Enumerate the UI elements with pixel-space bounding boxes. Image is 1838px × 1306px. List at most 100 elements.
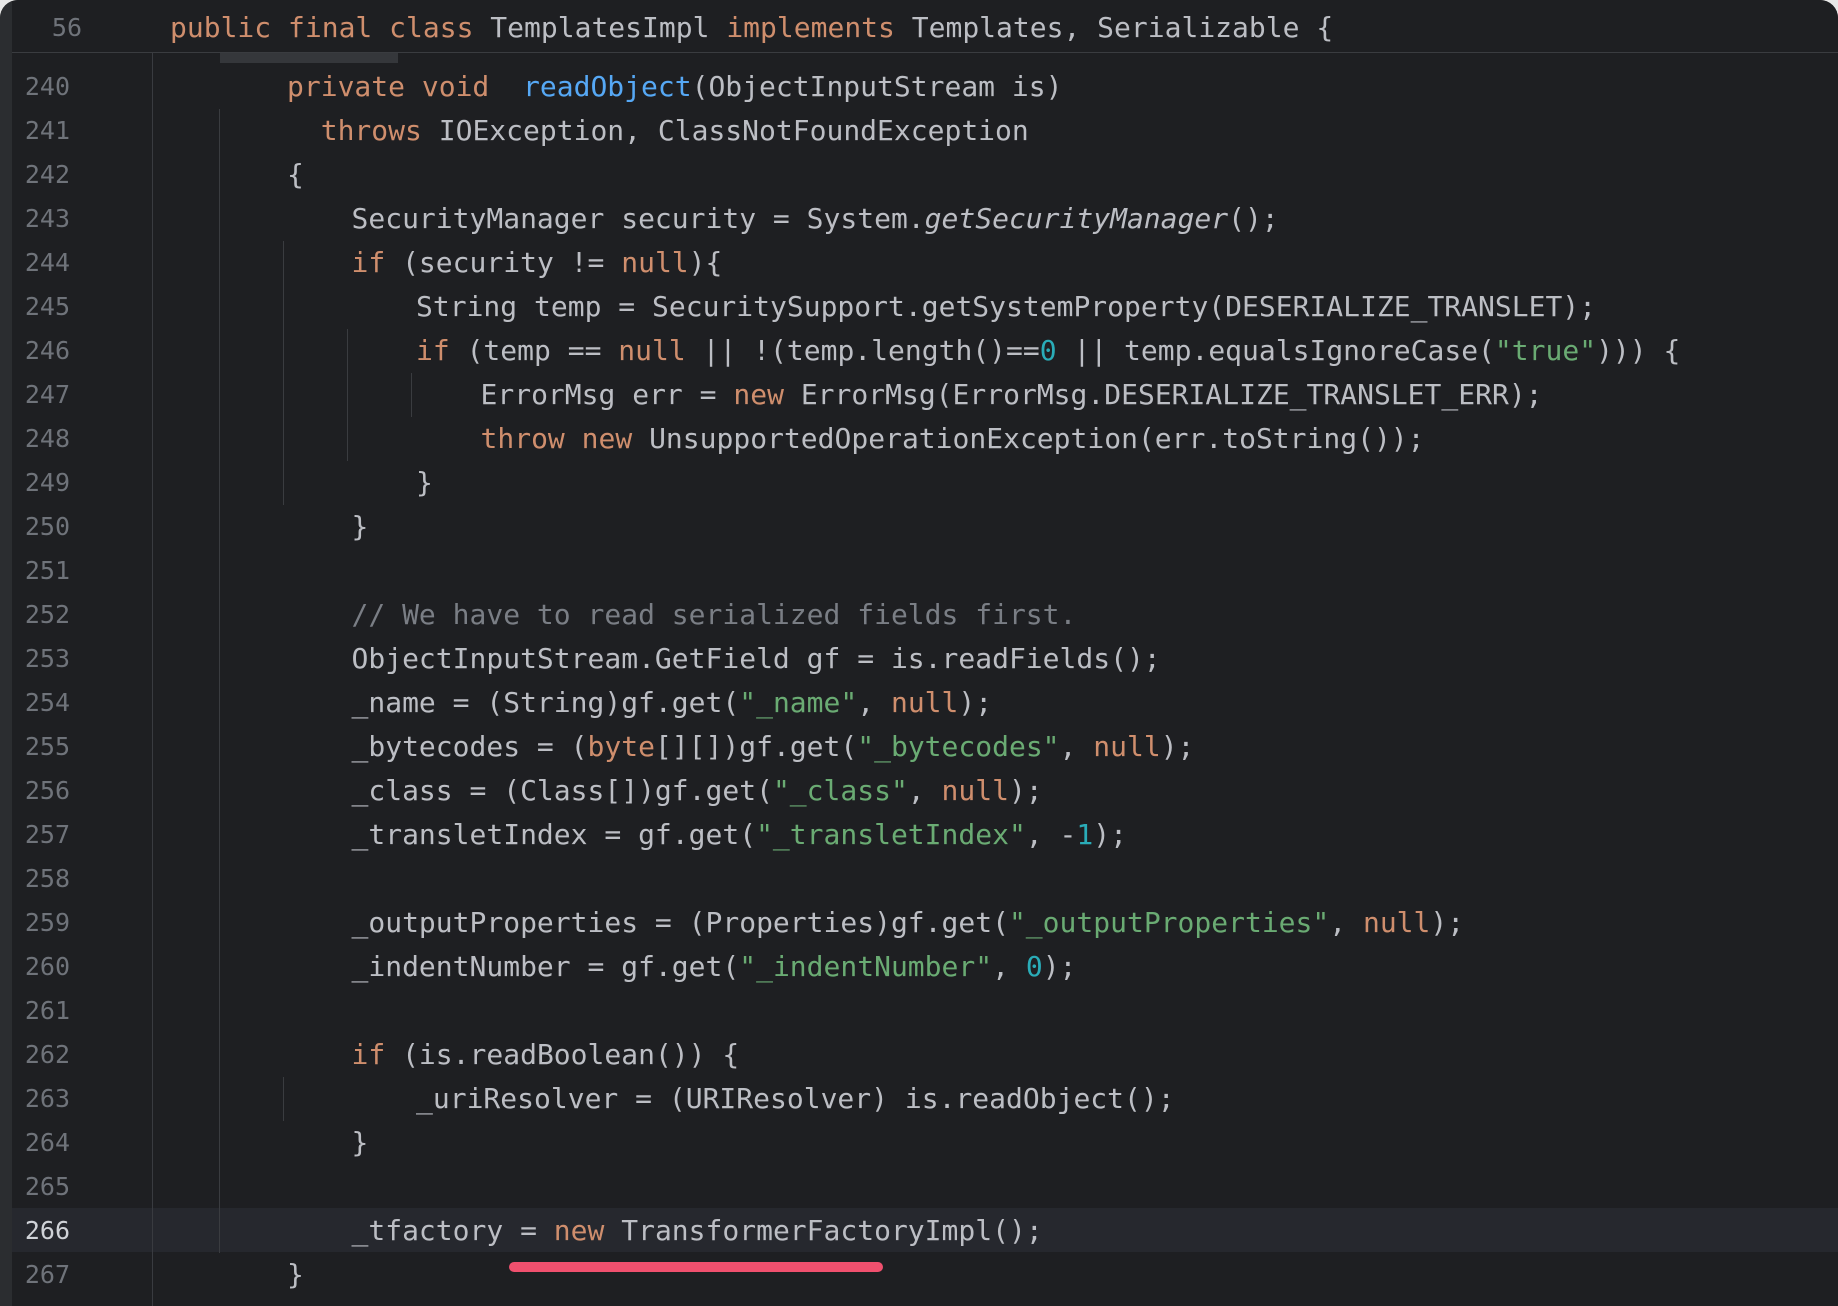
code-token: (ObjectInputStream is) <box>691 70 1063 103</box>
code-line[interactable]: { <box>287 153 304 197</box>
code-line[interactable]: _uriResolver = (URIResolver) is.readObje… <box>416 1077 1175 1121</box>
indent-guide <box>219 109 220 1253</box>
indent-guide <box>411 373 412 417</box>
code-token: null <box>621 246 689 279</box>
code-token: 0 <box>1025 950 1043 983</box>
code-token: if <box>351 246 403 279</box>
code-line[interactable]: String temp = SecuritySupport.getSystemP… <box>416 285 1596 329</box>
code-token: [][])gf.get( <box>654 730 858 763</box>
code-token: , - <box>1025 818 1077 851</box>
code-line[interactable]: _transletIndex = gf.get("_transletIndex"… <box>352 813 1127 857</box>
code-token: throw new <box>480 422 650 455</box>
code-token: null <box>1362 906 1431 939</box>
line-number: 267 <box>24 1260 70 1289</box>
code-token: 1 <box>1076 818 1094 851</box>
indent-guide <box>283 1077 284 1121</box>
code-token: , <box>1059 730 1094 763</box>
line-number: 258 <box>24 864 70 893</box>
line-number: 246 <box>24 336 70 365</box>
code-line[interactable]: throws IOException, ClassNotFoundExcepti… <box>287 109 1029 153</box>
indent-guide <box>347 329 348 461</box>
code-line[interactable]: ErrorMsg err = new ErrorMsg(ErrorMsg.DES… <box>481 373 1543 417</box>
highlight-underline <box>509 1262 883 1272</box>
code-token: ); <box>958 686 993 719</box>
code-token: _indentNumber = gf.get( <box>351 950 740 983</box>
code-line[interactable]: _bytecodes = (byte[][])gf.get("_bytecode… <box>352 725 1195 769</box>
code-token: if <box>351 1038 403 1071</box>
code-token: TransformerFactoryImpl(); <box>621 1214 1043 1247</box>
code-token: } <box>416 466 433 499</box>
line-number: 244 <box>24 248 70 277</box>
code-line[interactable]: // We have to read serialized fields fir… <box>352 593 1077 637</box>
code-line[interactable]: } <box>287 1253 304 1297</box>
code-token: private void <box>287 70 524 103</box>
code-token: ErrorMsg err = <box>480 378 734 411</box>
line-number: 247 <box>24 380 70 409</box>
code-token: null <box>1093 730 1161 763</box>
code-line[interactable]: _outputProperties = (Properties)gf.get("… <box>352 901 1465 945</box>
code-token: "true" <box>1494 334 1597 367</box>
sticky-line-number: 56 <box>51 13 82 42</box>
code-line[interactable]: private void readObject(ObjectInputStrea… <box>287 65 1062 109</box>
line-number: 255 <box>24 732 70 761</box>
code-token: , <box>992 950 1026 983</box>
code-token: (security != <box>402 246 622 279</box>
line-number: 263 <box>24 1084 70 1113</box>
code-token: if <box>416 334 467 367</box>
gutter-separator <box>152 52 153 1306</box>
code-line[interactable]: ObjectInputStream.GetField gf = is.readF… <box>352 637 1161 681</box>
code-token: , <box>857 686 891 719</box>
code-line[interactable]: SecurityManager security = System.getSec… <box>352 197 1279 241</box>
code-line[interactable]: _tfactory = new TransformerFactoryImpl()… <box>352 1209 1043 1253</box>
code-token: null <box>941 774 1009 807</box>
code-line[interactable]: _class = (Class[])gf.get("_class", null)… <box>352 769 1043 813</box>
indent-guide <box>283 241 284 505</box>
code-token: // We have to read serialized fields fir… <box>351 598 1077 631</box>
code-token: (temp == <box>466 334 619 367</box>
line-number: 264 <box>24 1128 70 1157</box>
code-line[interactable]: } <box>416 461 433 505</box>
code-token: "_transletIndex" <box>756 818 1026 851</box>
code-line[interactable]: _name = (String)gf.get("_name", null); <box>352 681 993 725</box>
code-token: 0 <box>1039 334 1057 367</box>
code-line[interactable]: if (temp == null || !(temp.length()==0 |… <box>416 329 1680 373</box>
code-editor[interactable]: 56 public final class TemplatesImpl impl… <box>0 0 1838 1306</box>
code-line[interactable]: } <box>352 1121 369 1165</box>
code-token: readObject <box>523 70 692 103</box>
code-token: _tfactory = <box>351 1214 554 1247</box>
code-token: || temp.equalsIgnoreCase( <box>1056 334 1495 367</box>
sticky-class-header[interactable]: 56 public final class TemplatesImpl impl… <box>12 0 1838 53</box>
code-token: ); <box>1093 818 1127 851</box>
code-token: "_outputProperties" <box>1008 906 1330 939</box>
code-token: ErrorMsg(ErrorMsg.DESERIALIZE_TRANSLET_E… <box>800 378 1543 411</box>
line-number: 262 <box>24 1040 70 1069</box>
code-token: "_bytecodes" <box>857 730 1060 763</box>
code-line[interactable]: _indentNumber = gf.get("_indentNumber", … <box>352 945 1077 989</box>
code-token: String temp = SecuritySupport.getSystemP… <box>416 290 1597 323</box>
code-token: , <box>907 774 942 807</box>
code-token: implements <box>726 11 912 44</box>
code-token: byte <box>587 730 655 763</box>
code-line[interactable]: if (is.readBoolean()) { <box>352 1033 740 1077</box>
line-number: 261 <box>24 996 70 1025</box>
code-token: "_indentNumber" <box>739 950 993 983</box>
code-token: } <box>351 510 369 543</box>
line-number: 266 <box>24 1216 70 1245</box>
code-token: throws <box>320 114 439 147</box>
line-number: 265 <box>24 1172 70 1201</box>
code-line[interactable]: throw new UnsupportedOperationException(… <box>481 417 1425 461</box>
code-token: ){ <box>688 246 723 279</box>
line-number: 252 <box>24 600 70 629</box>
code-line[interactable]: } <box>352 505 369 549</box>
code-token: null <box>618 334 686 367</box>
code-token: (); <box>1228 202 1279 235</box>
code-token: _class = (Class[])gf.get( <box>351 774 773 807</box>
code-token: (is.readBoolean()) { <box>402 1038 740 1071</box>
line-number: 256 <box>24 776 70 805</box>
code-token: "_class" <box>772 774 908 807</box>
code-token: getSecurityManager <box>924 202 1229 235</box>
line-number: 243 <box>24 204 70 233</box>
line-number: 251 <box>24 556 70 585</box>
code-line[interactable]: if (security != null){ <box>352 241 723 285</box>
